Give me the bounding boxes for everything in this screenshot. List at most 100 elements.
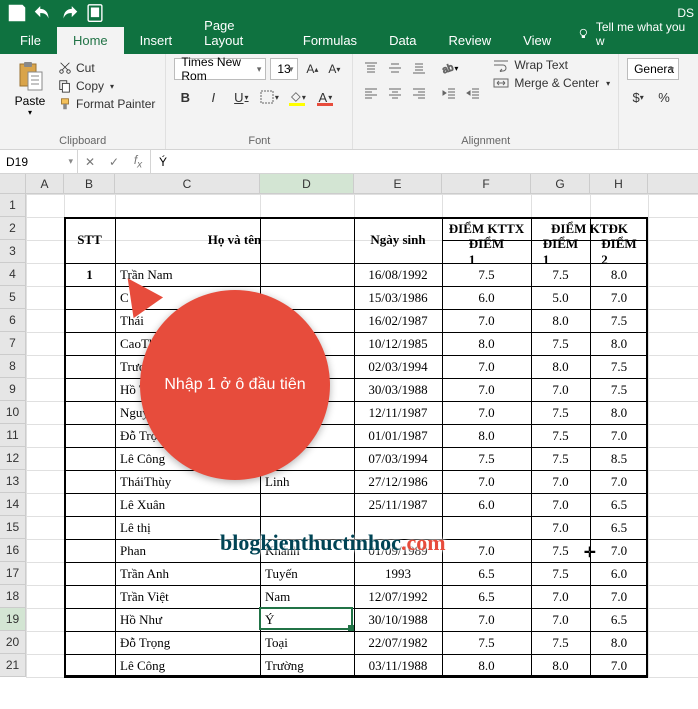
cells-area[interactable]: STTHọ và tênNgày sinhĐIỂM KTTXĐIỂM KTĐKĐ… — [26, 194, 698, 677]
row-header-2[interactable]: 2 — [0, 217, 26, 240]
svg-text:ab: ab — [441, 62, 454, 75]
cancel-formula-button[interactable]: ✕ — [78, 155, 102, 169]
paste-button[interactable]: Paste ▾ — [8, 58, 52, 119]
formula-bar: D19 ✕ ✓ fx Ý — [0, 150, 698, 174]
row-header-12[interactable]: 12 — [0, 447, 26, 470]
row-header-3[interactable]: 3 — [0, 240, 26, 263]
column-header-H[interactable]: H — [590, 174, 648, 193]
group-alignment-label: Alignment — [361, 133, 610, 147]
row-header-18[interactable]: 18 — [0, 585, 26, 608]
qat-save-icon[interactable] — [6, 2, 28, 24]
row-header-7[interactable]: 7 — [0, 332, 26, 355]
row-header-20[interactable]: 20 — [0, 631, 26, 654]
column-header-F[interactable]: F — [442, 174, 531, 193]
tab-insert[interactable]: Insert — [124, 27, 189, 54]
copy-icon — [58, 79, 72, 93]
row-header-10[interactable]: 10 — [0, 401, 26, 424]
bucket-icon — [289, 91, 301, 103]
fx-button[interactable]: fx — [126, 153, 150, 170]
fill-color-button[interactable]: ▾ — [286, 86, 308, 108]
column-header-G[interactable]: G — [531, 174, 590, 193]
merge-center-label: Merge & Center — [514, 76, 599, 90]
font-color-button[interactable]: A▾ — [314, 86, 336, 108]
qat-redo-icon[interactable] — [58, 2, 80, 24]
format-painter-button[interactable]: Format Painter — [56, 96, 157, 112]
tab-formulas[interactable]: Formulas — [287, 27, 373, 54]
tab-file[interactable]: File — [4, 27, 57, 54]
borders-button[interactable]: ▾ — [258, 86, 280, 108]
row-header-1[interactable]: 1 — [0, 194, 26, 217]
wrap-text-button[interactable]: Wrap Text — [493, 58, 610, 72]
percent-format-button[interactable]: % — [653, 86, 675, 108]
select-all-corner[interactable] — [0, 174, 26, 193]
tab-home[interactable]: Home — [57, 27, 124, 54]
align-middle-button[interactable] — [385, 58, 405, 78]
cut-label: Cut — [76, 61, 95, 75]
row-header-21[interactable]: 21 — [0, 654, 26, 677]
tell-me-label: Tell me what you w — [596, 20, 688, 48]
italic-button[interactable]: I — [202, 86, 224, 108]
row-header-4[interactable]: 4 — [0, 263, 26, 286]
align-left-button[interactable] — [361, 83, 381, 103]
chevron-down-icon: ▾ — [28, 108, 32, 117]
copy-button[interactable]: Copy▾ — [56, 78, 157, 94]
ribbon: Paste ▾ Cut Copy▾ Format Painter Clipboa… — [0, 54, 698, 150]
font-name-select[interactable]: Times New Rom — [174, 58, 266, 80]
cut-button[interactable]: Cut — [56, 60, 157, 76]
tab-data[interactable]: Data — [373, 27, 432, 54]
group-clipboard-label: Clipboard — [8, 133, 157, 147]
row-header-5[interactable]: 5 — [0, 286, 26, 309]
name-box[interactable]: D19 — [0, 150, 78, 173]
paintbrush-icon — [58, 97, 72, 111]
underline-button[interactable]: U▾ — [230, 86, 252, 108]
merge-icon — [493, 76, 509, 90]
row-header-8[interactable]: 8 — [0, 355, 26, 378]
font-size-select[interactable]: 13 — [270, 58, 298, 80]
tab-page-layout[interactable]: Page Layout — [188, 12, 287, 54]
column-header-C[interactable]: C — [115, 174, 260, 193]
wrap-text-icon — [493, 58, 509, 72]
increase-font-button[interactable]: A▴ — [302, 58, 322, 80]
orientation-button[interactable]: ab▾ — [439, 58, 459, 78]
row-header-19[interactable]: 19 — [0, 608, 26, 631]
decrease-font-button[interactable]: A▾ — [324, 58, 344, 80]
column-header-E[interactable]: E — [354, 174, 442, 193]
column-header-A[interactable]: A — [26, 174, 64, 193]
enter-formula-button[interactable]: ✓ — [102, 155, 126, 169]
format-painter-label: Format Painter — [76, 97, 155, 111]
align-top-button[interactable] — [361, 58, 381, 78]
row-header-15[interactable]: 15 — [0, 516, 26, 539]
group-font-label: Font — [174, 133, 344, 147]
align-right-button[interactable] — [409, 83, 429, 103]
row-header-17[interactable]: 17 — [0, 562, 26, 585]
ribbon-tabs: File Home Insert Page Layout Formulas Da… — [0, 26, 698, 54]
qat-touch-icon[interactable] — [84, 2, 106, 24]
column-headers: ABCDEFGH — [0, 174, 698, 194]
merge-center-button[interactable]: Merge & Center▾ — [493, 76, 610, 90]
formula-input[interactable]: Ý — [151, 150, 698, 173]
row-header-6[interactable]: 6 — [0, 309, 26, 332]
bold-button[interactable]: B — [174, 86, 196, 108]
row-header-14[interactable]: 14 — [0, 493, 26, 516]
column-header-B[interactable]: B — [64, 174, 115, 193]
column-header-D[interactable]: D — [260, 174, 354, 193]
row-header-16[interactable]: 16 — [0, 539, 26, 562]
row-header-13[interactable]: 13 — [0, 470, 26, 493]
tell-me-search[interactable]: Tell me what you w — [567, 14, 698, 54]
scissors-icon — [58, 61, 72, 75]
paste-icon — [14, 60, 46, 92]
row-header-9[interactable]: 9 — [0, 378, 26, 401]
qat-undo-icon[interactable] — [32, 2, 54, 24]
number-format-select[interactable]: Genera — [627, 58, 679, 80]
group-number-label — [627, 145, 679, 147]
align-center-button[interactable] — [385, 83, 405, 103]
tab-review[interactable]: Review — [433, 27, 508, 54]
increase-indent-button[interactable] — [463, 83, 483, 103]
spreadsheet-grid: ABCDEFGH 1234567891011121314151617181920… — [0, 174, 698, 677]
group-clipboard: Paste ▾ Cut Copy▾ Format Painter Clipboa… — [0, 54, 166, 149]
tab-view[interactable]: View — [507, 27, 567, 54]
align-bottom-button[interactable] — [409, 58, 429, 78]
accounting-format-button[interactable]: $▾ — [627, 86, 649, 108]
decrease-indent-button[interactable] — [439, 83, 459, 103]
row-header-11[interactable]: 11 — [0, 424, 26, 447]
